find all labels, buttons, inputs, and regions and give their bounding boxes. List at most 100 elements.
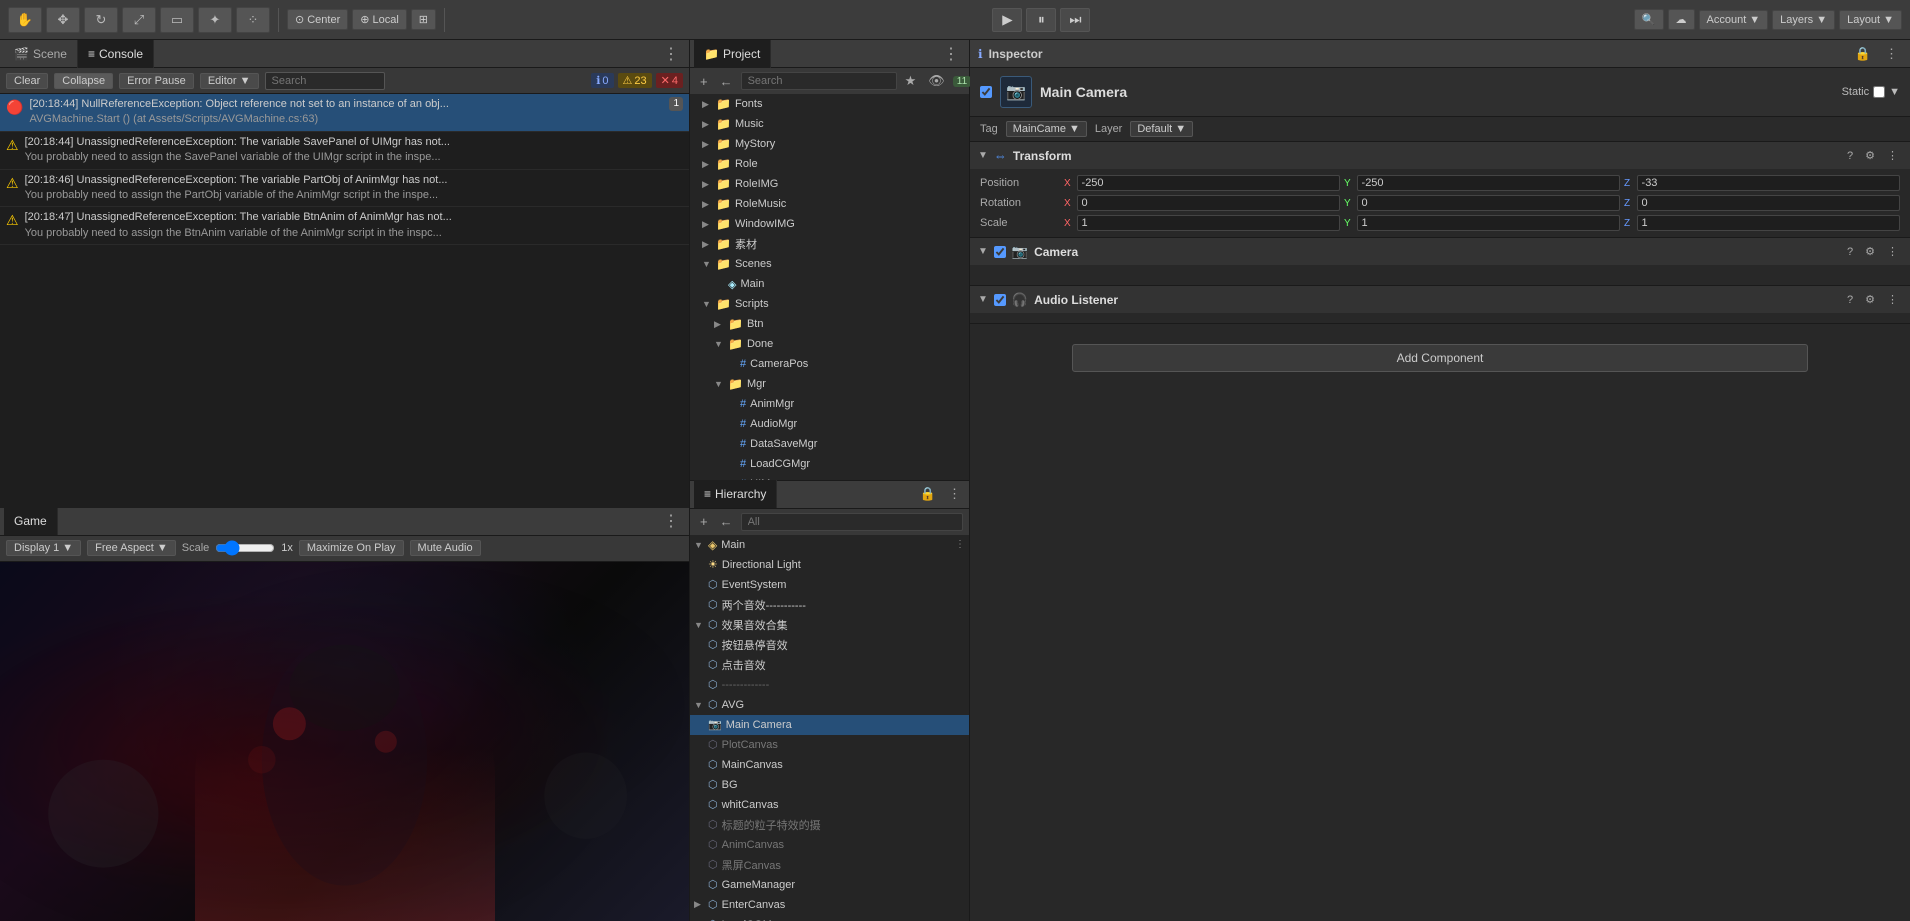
position-z-input[interactable] [1637,175,1900,191]
tree-item-material[interactable]: ▶ 📁 素材 [690,234,969,254]
tab-game[interactable]: Game [4,507,58,535]
tree-item-btn[interactable]: ▶ 📁 Btn [690,314,969,334]
h-item-loadcgmanager[interactable]: ⬡ LoadCGManager [690,915,969,921]
tag-dropdown[interactable]: MainCame ▼ [1006,121,1087,137]
transform-tool-btn[interactable]: ✦ [198,7,232,33]
transform-header[interactable]: ▼ ⇔ Transform ? ⚙ ⋮ [970,142,1910,169]
h-item-animcanvas[interactable]: ⬡ AnimCanvas [690,835,969,855]
audio-listener-help-btn[interactable]: ? [1843,291,1857,308]
scale-x-input[interactable] [1077,215,1340,231]
tree-item-roleimg[interactable]: ▶ 📁 RoleIMG [690,174,969,194]
rotate-tool-btn[interactable]: ↻ [84,7,118,33]
account-btn[interactable]: Account ▼ [1699,10,1769,30]
log-entry[interactable]: ⚠ [20:18:47] UnassignedReferenceExceptio… [0,207,689,245]
h-item-blackcanvas[interactable]: ⬡ 黑屏Canvas [690,855,969,875]
tab-console[interactable]: ≡ Console [78,40,154,68]
step-button[interactable]: ⏭ [1060,8,1090,32]
tree-item-loadcgmgr[interactable]: # LoadCGMgr [690,454,969,474]
tree-item-camerapos[interactable]: # CameraPos [690,354,969,374]
error-badge[interactable]: ✕ 4 [656,73,683,88]
h-item-gamemanager[interactable]: ⬡ GameManager [690,875,969,895]
display-dropdown[interactable]: Display 1 ▼ [6,540,81,556]
project-search-input[interactable] [741,72,897,90]
tree-item-animmgr[interactable]: # AnimMgr [690,394,969,414]
tree-item-role[interactable]: ▶ 📁 Role [690,154,969,174]
h-item-hover-sfx[interactable]: ⬡ 按钮悬停音效 [690,635,969,655]
h-item-entercanvas[interactable]: ▶ ⬡ EnterCanvas [690,895,969,915]
static-checkbox[interactable] [1873,86,1885,98]
h-item-maincanvas[interactable]: ⬡ MainCanvas [690,755,969,775]
tree-item-done[interactable]: ▼ 📁 Done [690,334,969,354]
camera-help-btn[interactable]: ? [1843,243,1857,260]
scale-y-input[interactable] [1357,215,1620,231]
info-badge[interactable]: ℹ 0 [591,73,613,88]
star-btn[interactable]: ★ [901,71,921,91]
transform-menu-btn[interactable]: ⋮ [1883,147,1902,164]
audio-listener-settings-btn[interactable]: ⚙ [1861,291,1879,308]
project-panel-menu[interactable]: ⋮ [937,44,965,64]
tab-hierarchy[interactable]: ≡ Hierarchy [694,480,777,508]
play-button[interactable]: ▶ [992,8,1022,32]
hierarchy-tree[interactable]: ▼ ◈ Main ⋮ ☀ Directional Light ⬡ EventSy… [690,535,969,921]
collab-icon-btn[interactable]: 🔍 [1634,9,1664,30]
inspector-menu-btn[interactable]: ⋮ [1881,44,1902,64]
hierarchy-search-input[interactable] [741,513,963,531]
tree-item-main-scene[interactable]: ◈ Main [690,274,969,294]
tree-item-scenes[interactable]: ▼ 📁 Scenes [690,254,969,274]
scale-z-input[interactable] [1637,215,1900,231]
h-item-main-camera[interactable]: 📷 Main Camera [690,715,969,735]
tree-item-windowimg[interactable]: ▶ 📁 WindowIMG [690,214,969,234]
collapse-button[interactable]: Collapse [54,73,113,89]
tree-item-scripts[interactable]: ▼ 📁 Scripts [690,294,969,314]
add-hierarchy-btn[interactable]: + [696,512,712,531]
h-item-eventsystem[interactable]: ⬡ EventSystem [690,575,969,595]
transform-help-btn[interactable]: ? [1843,147,1857,164]
camera-settings-btn[interactable]: ⚙ [1861,243,1879,260]
hierarchy-menu-btn[interactable]: ⋮ [944,484,965,504]
hierarchy-lock-btn[interactable]: 🔒 [916,484,940,504]
h-item-plotcanvas[interactable]: ⬡ PlotCanvas [690,735,969,755]
layout-btn[interactable]: Layout ▼ [1839,10,1902,30]
mute-btn[interactable]: Mute Audio [410,540,481,556]
tree-item-music[interactable]: ▶ 📁 Music [690,114,969,134]
add-folder-btn[interactable]: + [696,72,712,91]
maximize-btn[interactable]: Maximize On Play [299,540,404,556]
tab-project[interactable]: 📁 Project [694,40,771,68]
tree-item-audiomgr[interactable]: # AudioMgr [690,414,969,434]
camera-menu-btn[interactable]: ⋮ [1883,243,1902,260]
h-item-click-sfx[interactable]: ⬡ 点击音效 [690,655,969,675]
pause-button[interactable]: ⏸ [1026,8,1056,32]
center-btn[interactable]: ⊙ Center [287,9,348,30]
audio-listener-header[interactable]: ▼ 🎧 Audio Listener ? ⚙ ⋮ [970,286,1910,313]
add-component-button[interactable]: Add Component [1072,344,1808,372]
console-panel-menu[interactable]: ⋮ [657,44,685,64]
h-item-menu[interactable]: ⋮ [955,539,965,550]
game-panel-menu[interactable]: ⋮ [657,511,685,531]
tab-scene[interactable]: 🎬 Scene [4,40,78,68]
error-pause-button[interactable]: Error Pause [119,73,194,89]
transform-settings-btn[interactable]: ⚙ [1861,147,1879,164]
audio-listener-menu-btn[interactable]: ⋮ [1883,291,1902,308]
back-btn[interactable]: ← [716,72,737,91]
h-item-effects-group[interactable]: ▼ ⬡ 效果音效合集 [690,615,969,635]
aspect-dropdown[interactable]: Free Aspect ▼ [87,540,176,556]
h-item-particle[interactable]: ⬡ 标题的粒子特效的摄 [690,815,969,835]
cloud-btn[interactable]: ☁ [1668,9,1695,30]
project-tree[interactable]: ▶ 📁 Fonts ▶ 📁 Music ▶ 📁 MyStory ▶ 📁 [690,94,969,480]
editor-button[interactable]: Editor ▼ [200,73,259,89]
scale-slider[interactable] [215,540,275,556]
local-btn[interactable]: ⊕ Local [352,9,407,30]
h-item-bg[interactable]: ⬡ BG [690,775,969,795]
hierarchy-back-btn[interactable]: ← [716,512,737,531]
log-entry[interactable]: 🔴 [20:18:44] NullReferenceException: Obj… [0,94,689,132]
rotation-z-input[interactable] [1637,195,1900,211]
grid-btn[interactable]: ⊞ [411,9,436,30]
tree-item-datasavemgr[interactable]: # DataSaveMgr [690,434,969,454]
warning-badge[interactable]: ⚠ 23 [618,73,652,88]
audio-listener-active-checkbox[interactable] [994,294,1006,306]
position-x-input[interactable] [1077,175,1340,191]
console-search-input[interactable] [265,72,385,90]
tree-item-rolemusic[interactable]: ▶ 📁 RoleMusic [690,194,969,214]
camera-active-checkbox[interactable] [994,246,1006,258]
clear-button[interactable]: Clear [6,73,48,89]
